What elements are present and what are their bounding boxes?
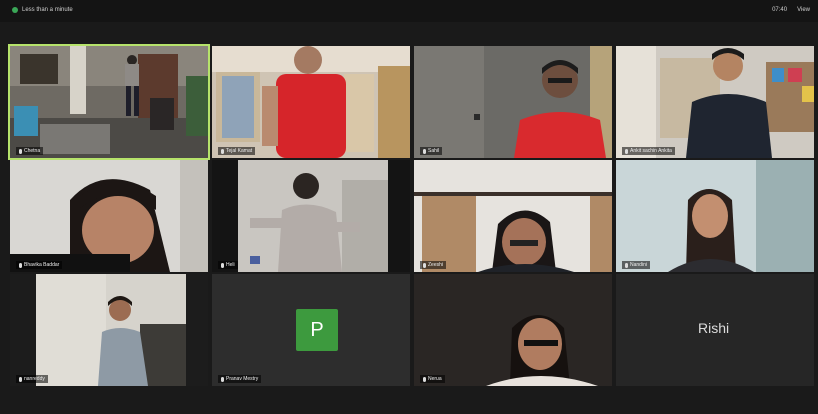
microphone-icon	[221, 262, 224, 268]
participant-name-tag: Ankit sachin Ankita	[622, 147, 675, 155]
microphone-icon	[625, 148, 628, 154]
video-feed	[414, 160, 612, 272]
microphone-icon	[423, 148, 426, 154]
video-tile-8[interactable]: Nandini	[616, 160, 814, 272]
participant-name-tag: nanreddy	[16, 375, 48, 383]
topbar-right: 07:40 View	[772, 7, 810, 13]
video-feed	[10, 46, 208, 158]
video-tile-7[interactable]: Zeeshi	[414, 160, 612, 272]
microphone-icon	[221, 148, 224, 154]
view-button[interactable]: View	[797, 7, 810, 13]
meeting-topbar: Less than a minute 07:40 View	[0, 0, 818, 22]
security-shield-icon[interactable]	[12, 7, 18, 13]
participant-name-tag: Zeeshi	[420, 261, 447, 269]
microphone-icon	[625, 262, 628, 268]
participant-name: Ankit sachin Ankita	[630, 148, 672, 154]
participant-name-tag: Nerua	[420, 375, 445, 383]
participant-name: Nerua	[428, 376, 442, 382]
video-tile-3[interactable]: Sahil	[414, 46, 612, 158]
video-tile-1[interactable]: Chetna	[8, 44, 210, 160]
participant-name: Nandini	[630, 262, 647, 268]
microphone-icon	[423, 376, 426, 382]
participant-name-tag: Nandini	[622, 261, 650, 269]
participant-name: Heli	[226, 262, 235, 268]
microphone-icon	[423, 262, 426, 268]
video-feed	[616, 160, 814, 272]
clock: 07:40	[772, 7, 788, 13]
video-tile-5[interactable]: Bhavika Baddar	[10, 160, 208, 272]
participant-display-name: Rishi	[698, 320, 730, 336]
participant-name-tag: Sahil	[420, 147, 443, 155]
video-feed	[10, 160, 208, 272]
participant-name-tag: Bhavika Baddar	[16, 261, 63, 269]
participant-name-tag: Pranav Mestry	[218, 375, 262, 383]
participant-name: Pranav Mestry	[226, 376, 259, 382]
video-tile-2[interactable]: Tejal Kamat	[212, 46, 410, 158]
microphone-icon	[19, 376, 22, 382]
microphone-icon	[19, 262, 22, 268]
video-feed	[10, 274, 208, 386]
video-tile-10[interactable]: P Pranav Mestry	[212, 274, 410, 386]
video-tile-11[interactable]: Nerua	[414, 274, 612, 386]
microphone-icon	[221, 376, 224, 382]
video-feed	[212, 46, 410, 158]
participant-name: nanreddy	[24, 376, 45, 382]
participant-name: Chetna	[24, 148, 41, 154]
video-tile-9[interactable]: nanreddy	[10, 274, 208, 386]
video-feed	[414, 274, 612, 386]
participant-name-tag: Tejal Kamat	[218, 147, 256, 155]
video-tile-4[interactable]: Ankit sachin Ankita	[616, 46, 814, 158]
video-feed	[212, 160, 410, 272]
participant-name: Sahil	[428, 148, 440, 154]
participant-name: Zeeshi	[428, 262, 444, 268]
gallery-view: Chetna Tejal Kamat Sahil Ankit sachin An…	[8, 44, 814, 388]
microphone-icon	[19, 148, 22, 154]
participant-name: Bhavika Baddar	[24, 262, 60, 268]
video-tile-6[interactable]: Heli	[212, 160, 410, 272]
participant-avatar: P	[296, 309, 338, 351]
participant-name-tag: Chetna	[16, 147, 44, 155]
participant-name-tag: Heli	[218, 261, 238, 269]
video-feed	[616, 46, 814, 158]
meeting-duration: Less than a minute	[22, 7, 73, 13]
participant-name: Tejal Kamat	[226, 148, 253, 154]
video-tile-12[interactable]: Rishi	[616, 274, 814, 386]
video-feed	[414, 46, 612, 158]
meeting-status: Less than a minute	[12, 7, 73, 13]
